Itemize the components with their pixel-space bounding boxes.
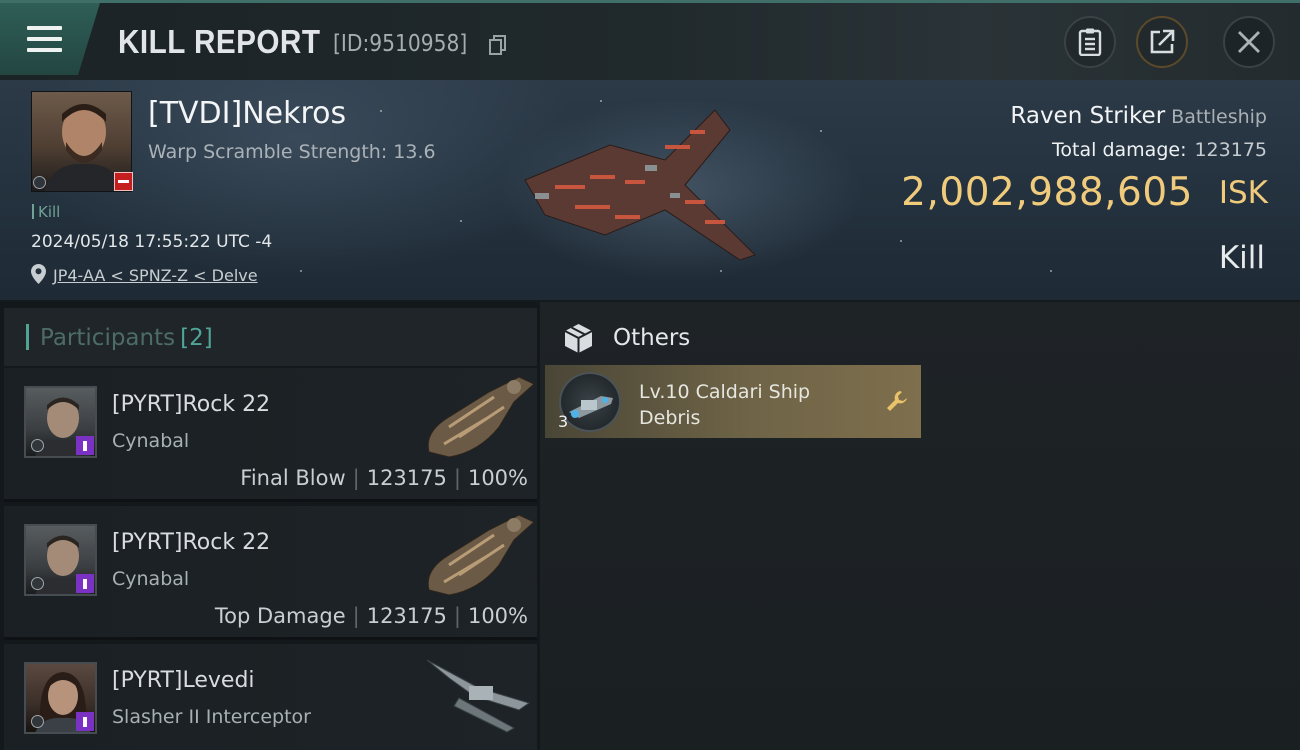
participants-label: Participants [2]: [40, 325, 213, 351]
participants-label-text: Participants: [40, 325, 176, 351]
share-button[interactable]: [1136, 16, 1188, 68]
kill-tag: Kill: [32, 203, 60, 221]
page-title: KILL REPORT: [118, 23, 321, 60]
participant-name: [PYRT]Rock 22: [112, 530, 271, 555]
participant-stats: Final Blow | 123175 | 100%: [240, 466, 528, 490]
close-icon: [1238, 31, 1260, 53]
isk-value: 2,002,988,605: [901, 170, 1193, 215]
participants-count: [2]: [180, 325, 213, 351]
corp-icon: [31, 715, 44, 728]
total-damage-label: Total damage:: [1052, 139, 1187, 161]
item-thumbnail: [559, 372, 621, 432]
top-bar: KILL REPORT [ID:9510958]: [0, 0, 1300, 80]
victim-ship-name[interactable]: Raven Striker Battleship: [1010, 103, 1267, 129]
victim-name[interactable]: [TVDI]Nekros: [148, 96, 346, 131]
wrench-icon[interactable]: [885, 389, 909, 413]
corp-icon: [31, 577, 44, 590]
item-name: Lv.10 Caldari Ship Debris: [639, 381, 811, 429]
participant-damage: 123175: [366, 604, 447, 628]
participant-row[interactable]: [PYRT]Rock 22 Cynabal Top Damage | 123175 |…: [4, 506, 537, 640]
location-link[interactable]: JP4-AA < SPNZ-Z < Delve: [53, 266, 258, 285]
menu-icon: [27, 26, 62, 54]
info-badge-icon[interactable]: [76, 436, 94, 455]
cube-icon: [564, 324, 593, 353]
kill-datetime: 2024/05/18 17:55:22 UTC -4: [31, 232, 273, 252]
location-pin-icon: [31, 264, 46, 284]
hostile-status-icon: [114, 172, 133, 191]
participant-damage: 123175: [366, 466, 447, 490]
participant-percent: 100%: [467, 604, 528, 628]
participant-role: Top Damage: [214, 604, 346, 628]
others-panel: Others 3 Lv.10 Caldari Ship Debris: [540, 302, 1300, 750]
participant-role: Final Blow: [240, 466, 346, 490]
isk-unit: ISK: [1218, 175, 1268, 211]
report-button[interactable]: [1064, 16, 1116, 68]
result-label: Kill: [1218, 240, 1265, 276]
victim-header: [TVDI]Nekros Warp Scramble Strength: 13.…: [0, 80, 1300, 302]
participant-ship: Slasher II Interceptor: [112, 706, 311, 728]
participant-name: [PYRT]Rock 22: [112, 392, 271, 417]
participants-tab[interactable]: Participants [2]: [4, 308, 537, 366]
corp-icon: [31, 439, 44, 452]
participants-panel: Participants [2] [PYRT]Rock 22 Cynabal Fi…: [0, 302, 540, 750]
others-label: Others: [613, 325, 691, 351]
corp-icon: [33, 176, 46, 189]
report-id: [ID:9510958]: [333, 31, 468, 57]
victim-ship-image: [524, 109, 756, 261]
close-button[interactable]: [1223, 16, 1275, 68]
participant-ship: Cynabal: [112, 430, 190, 452]
participant-row[interactable]: [PYRT]Levedi Slasher II Interceptor: [4, 644, 537, 750]
participant-ship-image: [427, 376, 535, 458]
participant-ship-image: [426, 659, 531, 733]
participant-stats: Top Damage | 123175 | 100%: [214, 604, 528, 628]
kill-tag-label: Kill: [38, 203, 61, 221]
total-damage-value: 123175: [1194, 139, 1267, 161]
warp-scramble-strength: Warp Scramble Strength: 13.6: [148, 141, 436, 163]
ship-class: Battleship: [1171, 106, 1267, 128]
share-icon: [1150, 29, 1175, 54]
item-quantity: 3: [558, 412, 569, 431]
ship-name-text: Raven Striker: [1010, 103, 1166, 129]
info-badge-icon[interactable]: [76, 574, 94, 593]
participant-name: [PYRT]Levedi: [112, 668, 255, 693]
copy-icon[interactable]: [489, 35, 507, 55]
participant-ship-image: [427, 514, 535, 596]
menu-button[interactable]: [0, 3, 100, 75]
participant-percent: 100%: [467, 466, 528, 490]
participant-row[interactable]: [PYRT]Rock 22 Cynabal Final Blow | 123175 |…: [4, 368, 537, 502]
info-badge-icon[interactable]: [76, 712, 94, 731]
participant-ship: Cynabal: [112, 568, 190, 590]
loot-item[interactable]: 3 Lv.10 Caldari Ship Debris: [545, 365, 921, 438]
total-damage: Total damage: 123175: [1052, 139, 1267, 161]
report-icon: [1078, 28, 1102, 56]
